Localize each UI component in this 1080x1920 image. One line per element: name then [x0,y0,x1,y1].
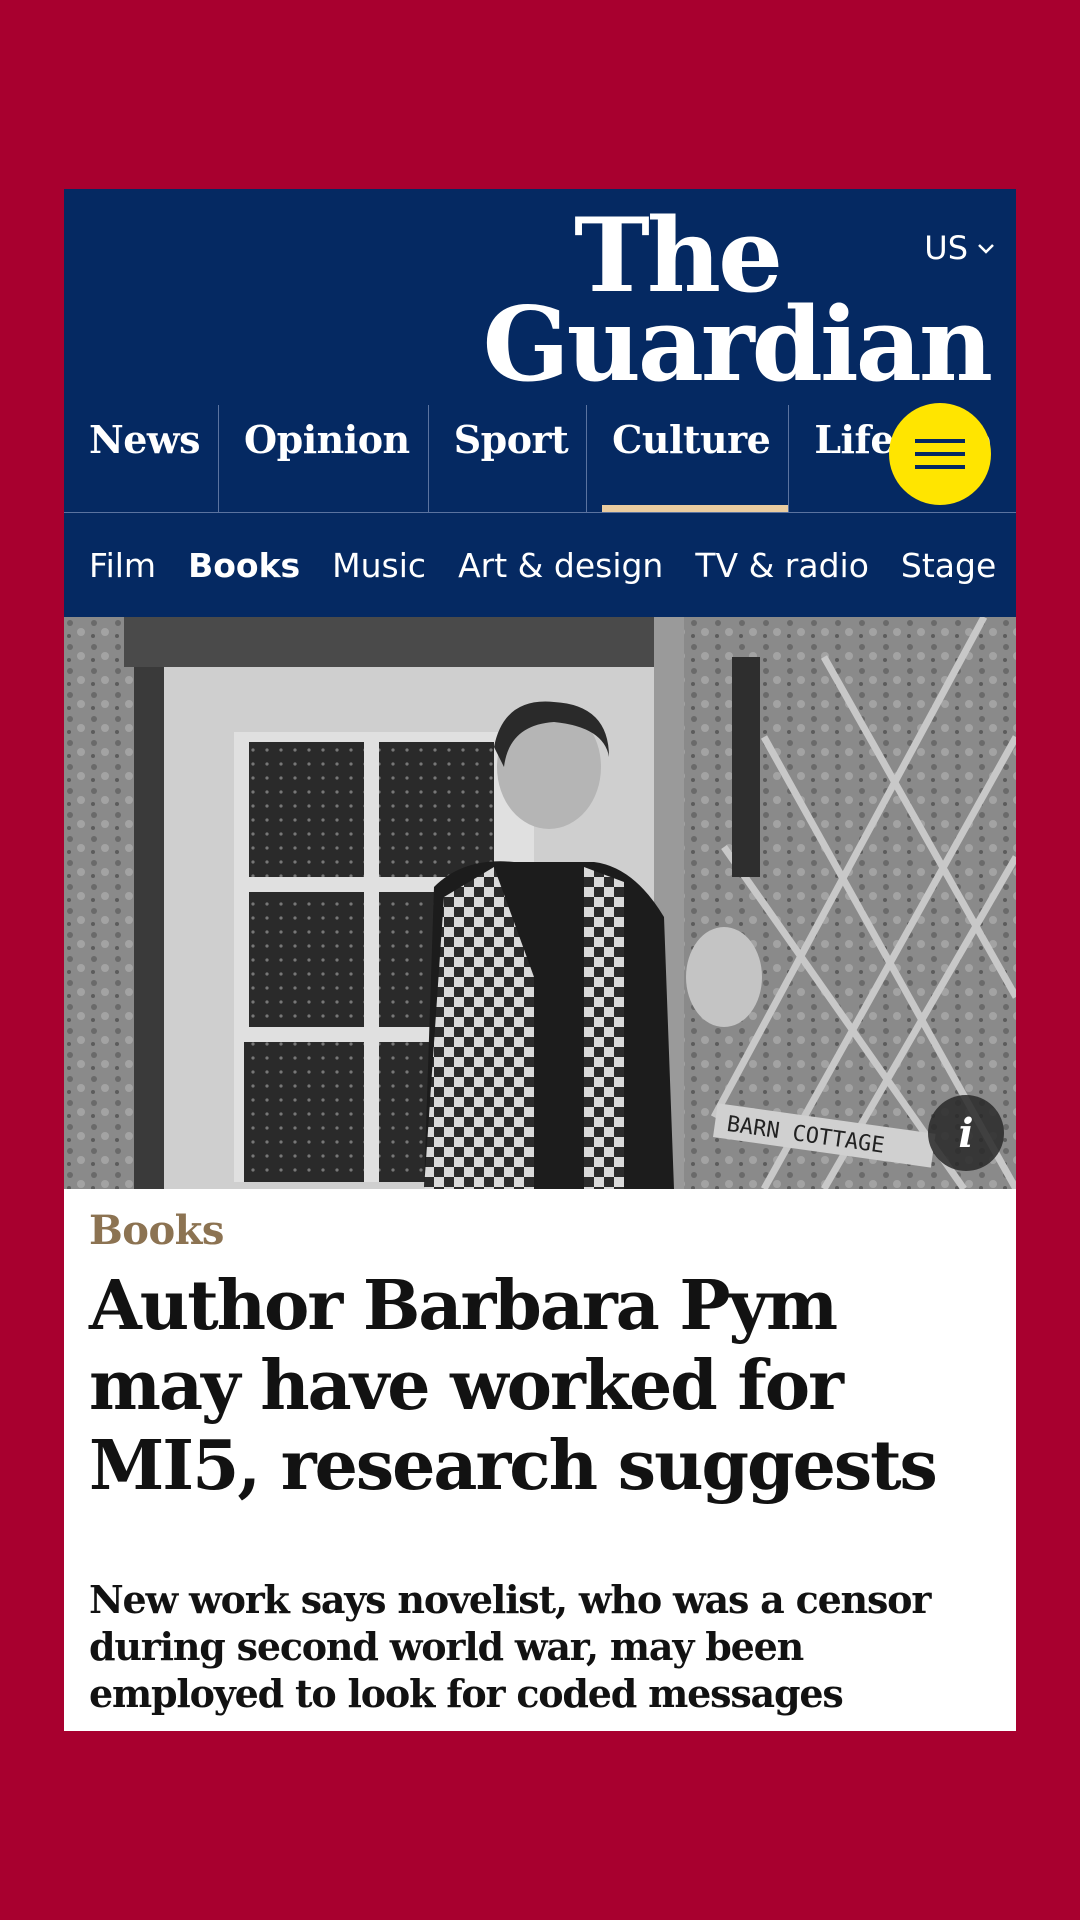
logo-line-2: Guardian [482,285,993,405]
sub-nav: Film Books Music Art & design TV & radio… [64,513,1016,617]
article-standfirst: New work says novelist, who was a censor… [89,1577,931,1716]
article-headline: Author Barbara Pym may have worked for M… [89,1266,938,1506]
article-body: Books Author Barbara Pym may have worked… [64,1189,1016,1717]
masthead: US The Guardian News Opinion Sport Cultu… [64,189,1016,513]
pillar-news[interactable]: News [64,405,218,513]
pillar-culture[interactable]: Culture [586,405,789,513]
pillar-nav: News Opinion Sport Culture Lifestyle [64,405,1009,513]
pillar-opinion[interactable]: Opinion [218,405,428,513]
subnav-film[interactable]: Film [89,546,156,585]
subnav-books[interactable]: Books [188,546,300,585]
logo-line-1: The [574,196,783,316]
hero-photo: BARN COTTAGE [64,617,1016,1189]
pillar-sport[interactable]: Sport [427,405,586,513]
section-kicker[interactable]: Books [89,1207,991,1254]
subnav-art-design[interactable]: Art & design [458,546,663,585]
guardian-logo[interactable]: The Guardian [482,196,993,405]
image-info-button[interactable]: i [928,1095,1004,1171]
subnav-music[interactable]: Music [332,546,426,585]
menu-button[interactable] [889,403,991,505]
hamburger-icon [915,439,965,469]
subnav-stage[interactable]: Stage [901,546,996,585]
article-card: US The Guardian News Opinion Sport Cultu… [64,189,1016,1731]
hero-image: BARN COTTAGE i [64,617,1016,1189]
subnav-tv-radio[interactable]: TV & radio [695,546,869,585]
